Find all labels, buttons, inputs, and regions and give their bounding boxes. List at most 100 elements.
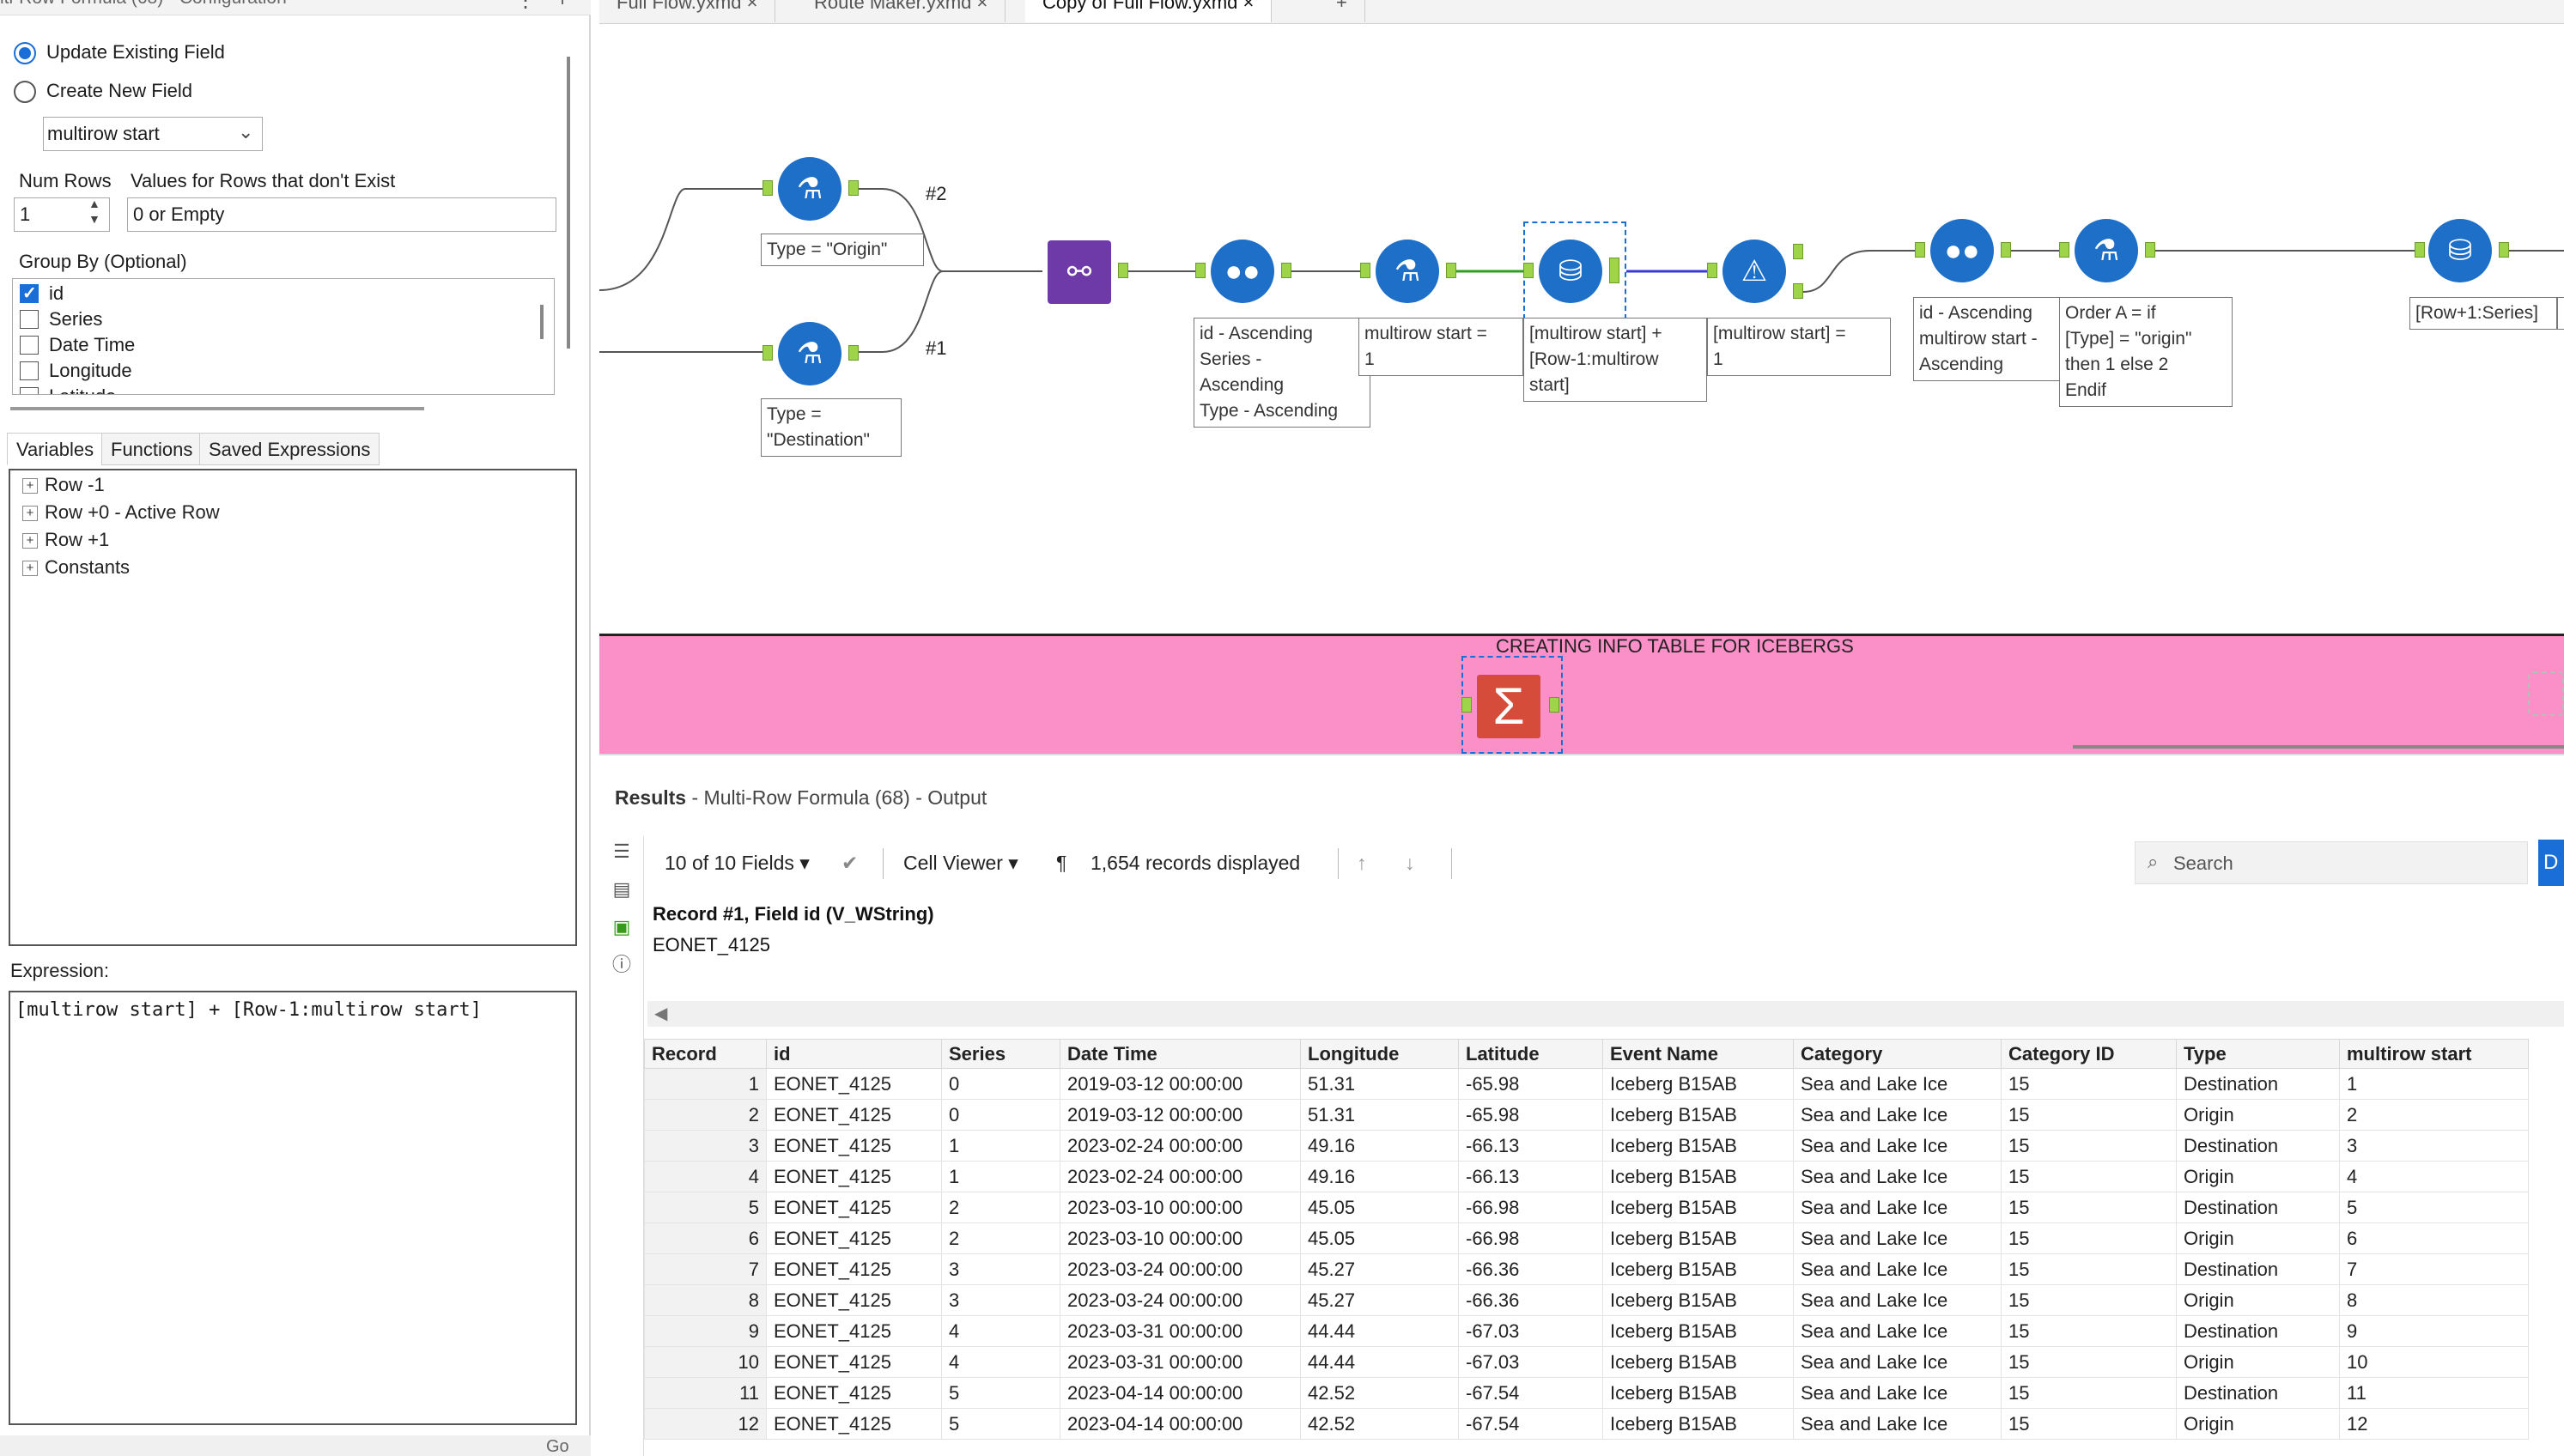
tab-saved-expressions[interactable]: Saved Expressions xyxy=(199,433,380,465)
canvas-scrollbar[interactable] xyxy=(2073,745,2564,749)
input-port[interactable] xyxy=(1915,242,1925,258)
formula-icon[interactable]: ⚗ xyxy=(778,322,842,385)
table-cell[interactable]: Destination xyxy=(2176,1253,2340,1285)
expression-editor[interactable]: [multirow start] + [Row-1:multirow start… xyxy=(9,991,577,1425)
input-port[interactable] xyxy=(2415,242,2425,258)
record-number[interactable]: 7 xyxy=(644,1253,767,1285)
data-icon[interactable]: ▣ xyxy=(611,917,632,937)
table-row[interactable]: 3 EONET_4125 1 2023-02-24 00:00:00 49.16 -66.… xyxy=(644,1130,2529,1162)
table-row[interactable]: 6 EONET_4125 2 2023-03-10 00:00:00 45.05 -66.… xyxy=(644,1222,2529,1254)
tree-item[interactable]: + Row -1 xyxy=(22,474,105,496)
table-cell[interactable]: Iceberg B15AB xyxy=(1602,1346,1794,1378)
column-header[interactable]: id xyxy=(766,1039,942,1069)
table-cell[interactable]: Destination xyxy=(2176,1068,2340,1100)
column-header[interactable]: Latitude xyxy=(1458,1039,1603,1069)
formula-icon[interactable]: ⚗ xyxy=(778,157,842,221)
table-cell[interactable]: 1 xyxy=(941,1130,1060,1162)
table-cell[interactable]: -66.36 xyxy=(1458,1253,1603,1285)
sort-icon[interactable]: ●● xyxy=(1211,240,1274,303)
record-number[interactable]: 10 xyxy=(644,1346,767,1378)
table-cell[interactable]: 2023-03-24 00:00:00 xyxy=(1060,1253,1301,1285)
list-icon[interactable]: ☰ xyxy=(611,841,632,862)
tree-item[interactable]: + Row +1 xyxy=(22,529,109,551)
table-cell[interactable]: -66.98 xyxy=(1458,1222,1603,1254)
table-cell[interactable]: 51.31 xyxy=(1300,1068,1459,1100)
table-row[interactable]: 11 EONET_4125 5 2023-04-14 00:00:00 42.52 -67… xyxy=(644,1377,2529,1409)
table-cell[interactable]: 2023-03-10 00:00:00 xyxy=(1060,1192,1301,1223)
fields-dropdown[interactable]: 10 of 10 Fields ▾ xyxy=(665,841,810,884)
group-check-datetime[interactable] xyxy=(20,336,39,355)
input-port[interactable] xyxy=(763,180,773,196)
table-cell[interactable]: 45.27 xyxy=(1300,1253,1459,1285)
table-cell[interactable]: 5 xyxy=(941,1377,1060,1409)
table-row[interactable]: 9 EONET_4125 4 2023-03-31 00:00:00 44.44 -67.… xyxy=(644,1315,2529,1347)
table-cell[interactable]: 0 xyxy=(941,1068,1060,1100)
table-cell[interactable]: Iceberg B15AB xyxy=(1602,1161,1794,1192)
output-port[interactable] xyxy=(848,345,859,361)
table-row[interactable]: 5 EONET_4125 2 2023-03-10 00:00:00 45.05 -66.… xyxy=(644,1192,2529,1223)
output-port[interactable] xyxy=(2145,242,2155,258)
table-cell[interactable]: 3 xyxy=(941,1253,1060,1285)
multi-row-formula-icon[interactable]: ⛁ xyxy=(2428,219,2492,282)
record-number[interactable]: 11 xyxy=(644,1377,767,1409)
stepper-up-icon[interactable]: ▲ xyxy=(88,197,100,210)
table-cell[interactable]: 51.31 xyxy=(1300,1099,1459,1131)
table-cell[interactable]: 15 xyxy=(2001,1161,2177,1192)
formula-icon[interactable]: ⚗ xyxy=(1376,240,1439,303)
tab-variables[interactable]: Variables xyxy=(7,433,104,465)
arrow-up-icon[interactable]: ↑ xyxy=(1357,841,1367,884)
table-cell[interactable]: 49.16 xyxy=(1300,1161,1459,1192)
record-number[interactable]: 2 xyxy=(644,1099,767,1131)
table-cell[interactable]: Origin xyxy=(2176,1161,2340,1192)
table-cell[interactable]: 42.52 xyxy=(1300,1377,1459,1409)
table-cell[interactable]: Destination xyxy=(2176,1192,2340,1223)
table-cell[interactable]: 2 xyxy=(941,1222,1060,1254)
table-cell[interactable]: 4 xyxy=(941,1346,1060,1378)
multi-row-formula-icon[interactable]: ⛁ xyxy=(1539,240,1602,303)
data-button[interactable]: D xyxy=(2538,840,2564,886)
input-port[interactable] xyxy=(763,345,773,361)
table-cell[interactable]: Iceberg B15AB xyxy=(1602,1284,1794,1316)
table-cell[interactable]: 2023-03-31 00:00:00 xyxy=(1060,1315,1301,1347)
table-cell[interactable]: 3 xyxy=(941,1284,1060,1316)
table-row[interactable]: 10 EONET_4125 4 2023-03-31 00:00:00 44.44 -67… xyxy=(644,1346,2529,1378)
table-cell[interactable]: 10 xyxy=(2339,1346,2529,1378)
table-cell[interactable]: 15 xyxy=(2001,1377,2177,1409)
table-cell[interactable]: Sea and Lake Ice xyxy=(1793,1222,2002,1254)
table-cell[interactable]: 15 xyxy=(2001,1099,2177,1131)
more-options-icon[interactable]: ⋮ xyxy=(515,0,536,13)
table-cell[interactable]: 2019-03-12 00:00:00 xyxy=(1060,1068,1301,1100)
table-cell[interactable]: EONET_4125 xyxy=(766,1161,942,1192)
table-cell[interactable]: 11 xyxy=(2339,1377,2529,1409)
table-cell[interactable]: Sea and Lake Ice xyxy=(1793,1377,2002,1409)
table-cell[interactable]: 15 xyxy=(2001,1130,2177,1162)
group-check-latitude[interactable] xyxy=(20,387,39,394)
table-cell[interactable]: 15 xyxy=(2001,1408,2177,1440)
table-cell[interactable]: Sea and Lake Ice xyxy=(1793,1315,2002,1347)
table-row[interactable]: 12 EONET_4125 5 2023-04-14 00:00:00 42.52 -67… xyxy=(644,1408,2529,1440)
table-cell[interactable]: 1 xyxy=(941,1161,1060,1192)
record-number[interactable]: 1 xyxy=(644,1068,767,1100)
message-icon[interactable]: ▤ xyxy=(611,879,632,900)
group-list-scrollbar[interactable] xyxy=(540,305,544,339)
sort-icon[interactable]: ●● xyxy=(1930,219,1994,282)
input-port[interactable] xyxy=(1360,263,1370,278)
table-cell[interactable]: 45.27 xyxy=(1300,1284,1459,1316)
stepper-down-icon[interactable]: ▼ xyxy=(88,212,100,226)
table-cell[interactable]: Sea and Lake Ice xyxy=(1793,1192,2002,1223)
table-cell[interactable]: EONET_4125 xyxy=(766,1377,942,1409)
table-cell[interactable]: 15 xyxy=(2001,1222,2177,1254)
table-cell[interactable]: 15 xyxy=(2001,1284,2177,1316)
record-number[interactable]: 8 xyxy=(644,1284,767,1316)
table-cell[interactable]: Iceberg B15AB xyxy=(1602,1130,1794,1162)
table-cell[interactable]: 42.52 xyxy=(1300,1408,1459,1440)
table-cell[interactable]: -66.36 xyxy=(1458,1284,1603,1316)
table-cell[interactable]: 8 xyxy=(2339,1284,2529,1316)
table-cell[interactable]: EONET_4125 xyxy=(766,1346,942,1378)
arrow-down-icon[interactable]: ↓ xyxy=(1405,841,1415,884)
filter-icon[interactable]: ⚠ xyxy=(1722,240,1786,303)
table-row[interactable]: 8 EONET_4125 3 2023-03-24 00:00:00 45.27 -66.… xyxy=(644,1284,2529,1316)
false-port[interactable] xyxy=(1793,283,1803,299)
table-cell[interactable]: EONET_4125 xyxy=(766,1099,942,1131)
table-cell[interactable]: Sea and Lake Ice xyxy=(1793,1284,2002,1316)
